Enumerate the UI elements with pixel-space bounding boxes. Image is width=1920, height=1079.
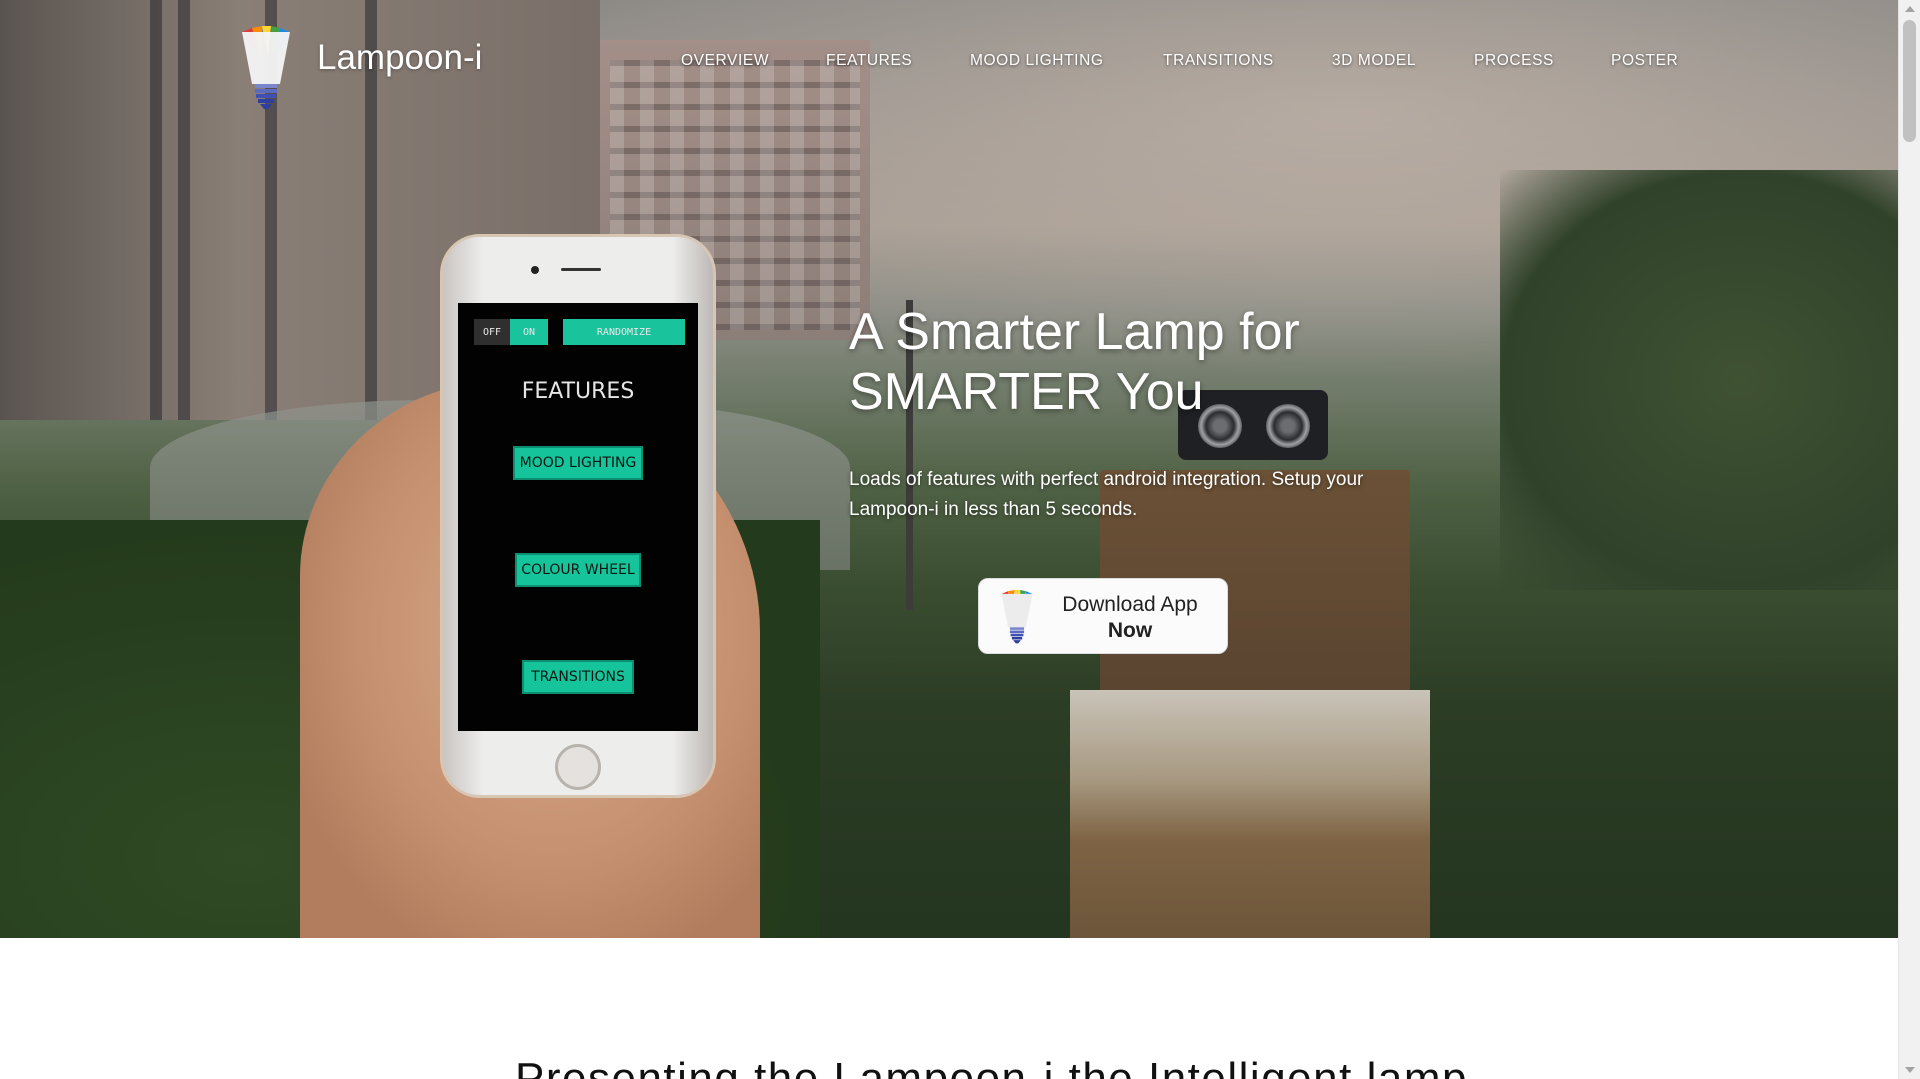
nav-poster[interactable]: POSTER xyxy=(1611,52,1678,70)
nav-mood-lighting[interactable]: MOOD LIGHTING xyxy=(970,52,1104,70)
trees-right xyxy=(1500,170,1898,590)
nav-process[interactable]: PROCESS xyxy=(1474,52,1554,70)
screen-title: FEATURES xyxy=(521,379,635,404)
section-title: Presenting the Lampoon-i the Intelligent… xyxy=(515,1054,1468,1079)
rainbow-bulb-icon xyxy=(1001,590,1033,644)
screen-toggle-off: OFF xyxy=(474,319,510,345)
screen-mood-lighting-button: MOOD LIGHTING xyxy=(513,446,643,480)
rainbow-bulb-icon[interactable] xyxy=(238,26,294,110)
download-button-label: Download App Now xyxy=(1045,592,1215,644)
nav-3d-model[interactable]: 3D MODEL xyxy=(1332,52,1416,70)
scrollbar-thumb[interactable] xyxy=(1903,20,1916,142)
phone-screen: OFF ON RANDOMIZE FEATURES MOOD LIGHTING … xyxy=(458,303,698,731)
screen-toggle-on: ON xyxy=(510,319,548,345)
hero-subtext: Loads of features with perfect android i… xyxy=(849,469,1364,520)
screen-transitions-button: TRANSITIONS xyxy=(522,660,634,694)
building-stripe xyxy=(178,0,190,420)
vertical-scrollbar[interactable] xyxy=(1898,0,1920,1079)
download-label-line2: Now xyxy=(1107,619,1153,642)
screen-colour-wheel-button: COLOUR WHEEL xyxy=(515,553,641,587)
screen-randomize-button: RANDOMIZE xyxy=(563,319,685,345)
download-label-line1: Download App xyxy=(1062,593,1198,616)
nav-transitions[interactable]: TRANSITIONS xyxy=(1163,52,1274,70)
building-stripe xyxy=(150,0,162,420)
scroll-up-arrow-icon[interactable] xyxy=(1905,6,1915,12)
phone-mockup: OFF ON RANDOMIZE FEATURES MOOD LIGHTING … xyxy=(440,234,716,798)
phone-home-button xyxy=(555,744,601,790)
nav-overview[interactable]: OVERVIEW xyxy=(681,52,769,70)
hero-headline-line1: A Smarter Lamp for xyxy=(849,303,1300,361)
nav-features[interactable]: FEATURES xyxy=(826,52,912,70)
lamp-base xyxy=(1070,690,1430,938)
hero-headline-line2: SMARTER You xyxy=(849,363,1204,421)
download-app-button[interactable]: Download App Now xyxy=(978,578,1228,654)
phone-speaker xyxy=(561,268,601,271)
phone-camera xyxy=(531,266,539,274)
brand-name[interactable]: Lampoon-i xyxy=(317,38,482,78)
hero-headline: A Smarter Lamp for SMARTER You xyxy=(849,302,1409,422)
scroll-down-arrow-icon[interactable] xyxy=(1905,1067,1915,1073)
